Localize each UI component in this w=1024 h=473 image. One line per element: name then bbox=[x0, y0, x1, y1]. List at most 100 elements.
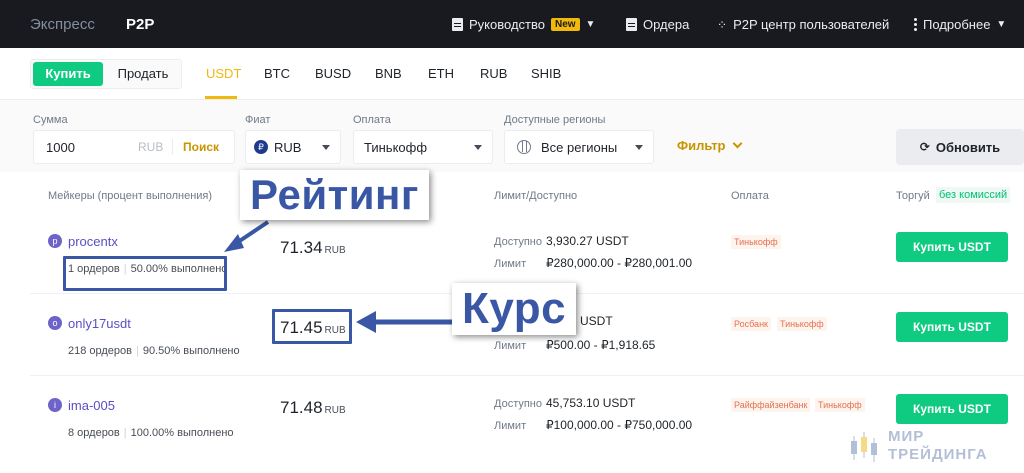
filter-bar: Сумма 1000 RUB Поиск Фиат ₽ RUB Оплата Т… bbox=[0, 100, 1024, 172]
amount-value: 1000 bbox=[46, 139, 75, 155]
watermark-logo: МИР ТРЕЙДИНГА bbox=[848, 428, 1018, 468]
limit-value: ₽500.00 - ₽1,918.65 bbox=[546, 338, 656, 352]
refresh-button[interactable]: ⟳ Обновить bbox=[896, 129, 1024, 165]
chevron-down-icon bbox=[732, 138, 742, 149]
guide-label: Руководство bbox=[469, 17, 545, 32]
asset-tab-usdt[interactable]: USDT bbox=[206, 66, 241, 81]
available-value: 45,753.10 USDT bbox=[546, 396, 636, 410]
watermark-line-1: МИР bbox=[888, 428, 925, 445]
top-navigation-bar: Экспресс P2P Руководство New ▼ Ордера ⁘ … bbox=[0, 0, 1024, 48]
buy-usdt-button[interactable]: Купить USDT bbox=[896, 312, 1008, 342]
limit-value: ₽100,000.00 - ₽750,000.00 bbox=[546, 418, 693, 432]
fiat-value: RUB bbox=[274, 139, 302, 155]
search-button[interactable]: Поиск bbox=[183, 140, 219, 154]
merchant-stats: 218 ордеров | 90.50% выполнено bbox=[68, 345, 240, 357]
price-value: 71.34 bbox=[280, 238, 323, 257]
orders-document-icon bbox=[626, 18, 637, 31]
regions-value: Все регионы bbox=[541, 139, 618, 155]
asset-tab-btc[interactable]: BTC bbox=[264, 66, 290, 81]
refresh-label: Обновить bbox=[935, 139, 1001, 155]
candlestick-logo-icon bbox=[851, 432, 877, 462]
fiat-select[interactable]: ₽ RUB bbox=[245, 130, 341, 164]
merchant-name[interactable]: ima-005 bbox=[68, 398, 115, 413]
asset-tab-busd[interactable]: BUSD bbox=[315, 66, 351, 81]
p2p-mode-tab[interactable]: P2P bbox=[126, 16, 154, 33]
price-currency: RUB bbox=[324, 405, 346, 416]
limit-label: Лимит bbox=[494, 340, 527, 352]
limit-value: ₽280,000.00 - ₽280,001.00 bbox=[546, 256, 693, 270]
trade-column-header: Торгуй bbox=[896, 190, 930, 202]
regions-label: Доступные регионы bbox=[504, 114, 606, 126]
user-center-link[interactable]: ⁘ P2P центр пользователей bbox=[717, 17, 889, 32]
available-value: USDT bbox=[580, 314, 613, 328]
payment-value: Тинькофф bbox=[364, 139, 428, 155]
dropdown-arrow-icon bbox=[474, 145, 482, 150]
watermark-line-2: ТРЕЙДИНГА bbox=[888, 446, 988, 463]
available-label: Доступно bbox=[494, 398, 543, 410]
caret-down-icon: ▼ bbox=[996, 19, 1007, 30]
asset-tab-eth[interactable]: ETH bbox=[428, 66, 454, 81]
avatar: o bbox=[48, 316, 62, 330]
rate-highlight-box bbox=[272, 309, 352, 344]
limit-column-header: Лимит/Доступно bbox=[494, 190, 578, 202]
merchant-name[interactable]: only17usdt bbox=[68, 316, 131, 331]
buy-usdt-button[interactable]: Купить USDT bbox=[896, 394, 1008, 424]
available-label: Доступно bbox=[494, 236, 543, 248]
completion-rate: 100.00% выполнено bbox=[130, 427, 234, 439]
asset-tab-rub[interactable]: RUB bbox=[480, 66, 507, 81]
user-center-label: P2P центр пользователей bbox=[733, 17, 890, 32]
rate-callout: Курс bbox=[452, 283, 577, 335]
payment-tag: Тинькофф bbox=[731, 235, 781, 249]
payment-tag: Тинькофф bbox=[815, 398, 865, 412]
buy-sell-toggle: Купить Продать bbox=[30, 59, 182, 89]
new-badge: New bbox=[550, 18, 580, 31]
orders-link[interactable]: Ордера bbox=[626, 17, 689, 32]
price-value: 71.48 bbox=[280, 398, 323, 417]
payment-tag: Райффайзенбанк bbox=[731, 398, 811, 412]
refresh-icon: ⟳ bbox=[919, 140, 930, 154]
guide-menu[interactable]: Руководство New ▼ bbox=[452, 17, 595, 32]
no-fee-badge: без комиссий bbox=[936, 187, 1011, 203]
merchant-stats: 8 ордеров | 100.00% выполнено bbox=[68, 427, 234, 439]
globe-icon bbox=[517, 140, 531, 154]
rub-currency-icon: ₽ bbox=[254, 140, 268, 154]
express-mode-tab[interactable]: Экспресс bbox=[30, 16, 95, 33]
payment-select[interactable]: Тинькофф bbox=[353, 130, 493, 164]
payment-tag: Росбанк bbox=[731, 317, 771, 331]
rating-callout: Рейтинг bbox=[240, 170, 429, 220]
more-menu[interactable]: Подробнее ▼ bbox=[914, 17, 1006, 32]
sell-toggle-button[interactable]: Продать bbox=[105, 62, 181, 86]
price-currency: RUB bbox=[324, 245, 346, 256]
active-tab-indicator bbox=[205, 96, 237, 99]
payment-tag: Тинькофф bbox=[777, 317, 827, 331]
asset-tab-shib[interactable]: SHIB bbox=[531, 66, 561, 81]
filter-toggle[interactable]: Фильтр bbox=[677, 138, 742, 153]
amount-field[interactable]: 1000 RUB Поиск bbox=[33, 130, 235, 164]
asset-navigation: Купить Продать USDT BTC BUSD BNB ETH RUB… bbox=[0, 48, 1024, 100]
avatar: i bbox=[48, 398, 62, 412]
price: 71.48 RUB bbox=[280, 398, 346, 418]
merchant-name[interactable]: procentx bbox=[68, 234, 118, 249]
more-label: Подробнее bbox=[923, 17, 991, 32]
avatar: p bbox=[48, 234, 62, 248]
orders-count: 8 ордеров bbox=[68, 427, 120, 439]
buy-toggle-button[interactable]: Купить bbox=[33, 62, 103, 86]
fiat-label: Фиат bbox=[245, 114, 271, 126]
divider bbox=[172, 139, 173, 155]
amount-label: Сумма bbox=[33, 114, 68, 126]
rating-highlight-box bbox=[63, 256, 227, 291]
caret-down-icon: ▼ bbox=[585, 19, 596, 30]
dropdown-arrow-icon bbox=[322, 145, 330, 150]
buy-usdt-button[interactable]: Купить USDT bbox=[896, 232, 1008, 262]
limit-label: Лимит bbox=[494, 258, 527, 270]
dropdown-arrow-icon bbox=[635, 145, 643, 150]
payment-label: Оплата bbox=[353, 114, 391, 126]
regions-select[interactable]: Все регионы bbox=[504, 130, 654, 164]
orders-label: Ордера bbox=[643, 17, 690, 32]
available-value: 3,930.27 USDT bbox=[546, 234, 629, 248]
asset-tab-bnb[interactable]: BNB bbox=[375, 66, 402, 81]
completion-rate: 90.50% выполнено bbox=[142, 345, 240, 357]
makers-column-header: Мейкеры (процент выполнения) bbox=[48, 190, 213, 202]
guide-book-icon bbox=[452, 18, 463, 31]
filter-label: Фильтр bbox=[677, 138, 726, 153]
